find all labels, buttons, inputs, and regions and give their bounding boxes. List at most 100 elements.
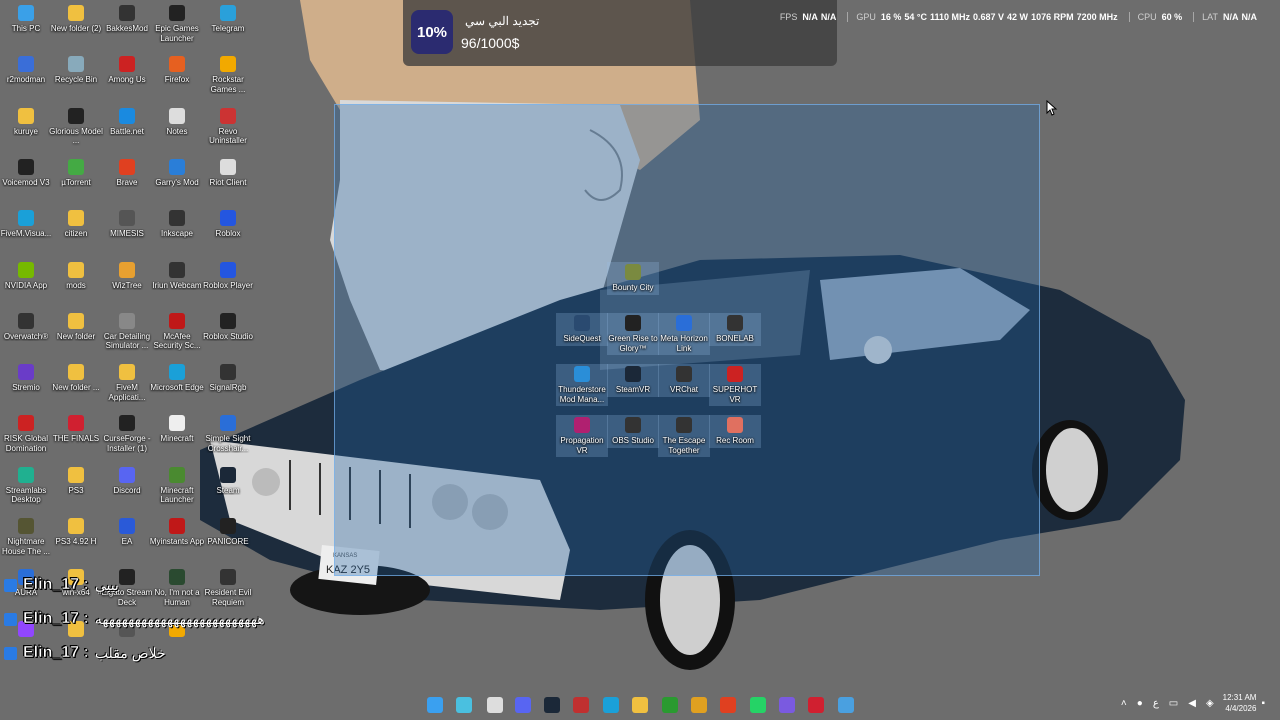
desktop-icon[interactable]: Minecraft Launcher: [151, 466, 203, 505]
selected-desktop-icon[interactable]: SteamVR: [607, 364, 659, 397]
selected-desktop-icon[interactable]: Thunderstore Mod Mana...: [556, 364, 608, 406]
desktop-icon[interactable]: FiveM Applicati...: [101, 364, 153, 402]
desktop-icon[interactable]: Inkscape: [151, 210, 203, 239]
desktop-icon[interactable]: Stremio: [0, 364, 52, 393]
desktop-icon[interactable]: Rockstar Games ...: [202, 56, 254, 94]
desktop-icon[interactable]: Steam: [202, 466, 254, 496]
desktop-icon[interactable]: Minecraft: [151, 415, 203, 444]
desktop-icon[interactable]: Voicemod V3: [0, 158, 52, 188]
desktop-icon[interactable]: Discord: [101, 466, 153, 496]
donation-goal-widget: 10% تجديد البي سي 96/1000$: [403, 0, 837, 66]
desktop-icon[interactable]: Garry's Mod: [151, 158, 203, 188]
desktop-icon[interactable]: Brave: [101, 158, 153, 188]
notification-bell-icon[interactable]: ▪: [1261, 698, 1265, 709]
desktop-icon[interactable]: Roblox: [202, 210, 254, 239]
edge-icon[interactable]: [603, 697, 619, 713]
desktop-icon[interactable]: Among Us: [101, 56, 153, 85]
selected-desktop-icon[interactable]: Propagation VR: [556, 415, 608, 457]
clock[interactable]: 12:31 AM 4/4/2026: [1223, 692, 1257, 714]
selected-desktop-icon[interactable]: SUPERHOT VR: [709, 364, 761, 406]
desktop-icon[interactable]: PS3 4.92 H: [50, 518, 102, 547]
app-icon[interactable]: [573, 697, 589, 713]
desktop-icon[interactable]: Iriun Webcam: [151, 261, 203, 291]
desktop-icon[interactable]: BakkesMod: [101, 5, 153, 34]
sidequest-icon: [574, 315, 590, 331]
ime-indicator[interactable]: ع: [1153, 698, 1159, 709]
selected-desktop-icon[interactable]: SideQuest: [556, 313, 608, 346]
selected-desktop-icon[interactable]: Rec Room: [709, 415, 761, 448]
file-explorer-icon[interactable]: [487, 697, 503, 713]
selected-desktop-icon[interactable]: Meta Horizon Link: [658, 313, 710, 355]
desktop-icon[interactable]: FiveM.Visua...: [0, 210, 52, 239]
windows-start-icon[interactable]: [427, 697, 443, 713]
desktop-icon[interactable]: Nightmare House The ...: [0, 518, 52, 556]
myinstants-icon: [169, 518, 185, 534]
desktop-icon[interactable]: PS3: [50, 466, 102, 496]
desktop-icon[interactable]: Recycle Bin: [50, 56, 102, 85]
whatsapp-icon[interactable]: [750, 697, 766, 713]
selected-desktop-icon[interactable]: Bounty City: [607, 262, 659, 295]
desktop-icon[interactable]: Notes: [151, 107, 203, 137]
app-icon[interactable]: [838, 697, 854, 713]
network-icon[interactable]: ◈: [1206, 698, 1214, 709]
desktop-icon[interactable]: Roblox Player: [202, 261, 254, 291]
desktop-icon[interactable]: kuruye: [0, 107, 52, 137]
desktop-icon[interactable]: This PC: [0, 5, 52, 34]
desktop-icon[interactable]: Epic Games Launcher: [151, 5, 203, 43]
desktop-icon[interactable]: mods: [50, 261, 102, 291]
steam-icon[interactable]: [544, 697, 560, 713]
desktop-icon[interactable]: THE FINALS: [50, 415, 102, 444]
desktop-icon[interactable]: Telegram: [202, 5, 254, 34]
desktop-icon[interactable]: EA: [101, 518, 153, 547]
folder-icon[interactable]: [632, 697, 648, 713]
desktop-icon[interactable]: Revo Uninstaller: [202, 107, 254, 146]
brave-icon: [119, 158, 135, 175]
desktop-icon[interactable]: Roblox Studio: [202, 312, 254, 342]
desktop-icon[interactable]: r2modman: [0, 56, 52, 85]
microphone-icon[interactable]: ●: [1137, 698, 1143, 709]
desktop-icon[interactable]: New folder (2): [50, 5, 102, 34]
osd-key: FPS: [779, 12, 798, 22]
desktop-icon[interactable]: Myinstants App: [150, 518, 204, 547]
chrome-icon[interactable]: [691, 697, 707, 713]
osd-value: N/A: [1241, 12, 1258, 22]
apps-grid-icon[interactable]: [779, 697, 795, 713]
desktop-icon[interactable]: New folder ...: [50, 364, 102, 393]
selected-desktop-icon[interactable]: The Escape Together: [658, 415, 710, 457]
xbox-icon[interactable]: [662, 697, 678, 713]
selected-icon-label: SideQuest: [563, 334, 601, 343]
desktop-icon[interactable]: WizTree: [101, 261, 153, 291]
display-icon[interactable]: ▭: [1169, 698, 1178, 709]
desktop-icon[interactable]: Microsoft Edge: [150, 364, 204, 393]
desktop-icon[interactable]: Car Detailing Simulator ...: [101, 312, 153, 351]
adobe-icon[interactable]: [808, 697, 824, 713]
selected-desktop-icon[interactable]: BONELAB: [709, 313, 761, 346]
desktop-icon[interactable]: NVIDIA App: [0, 261, 52, 291]
desktop-icon[interactable]: Streamlabs Desktop: [0, 466, 52, 505]
desktop-icon[interactable]: Battle.net: [101, 107, 153, 137]
desktop-icon[interactable]: New folder: [50, 312, 102, 342]
desktop-icon[interactable]: SignalRgb: [202, 364, 254, 393]
desktop-icon-label: New folder ...: [52, 383, 100, 393]
brave-icon[interactable]: [720, 697, 736, 713]
chevron-up-icon[interactable]: ˄: [1121, 698, 1127, 709]
desktop-icon[interactable]: RISK Global Domination: [0, 415, 52, 453]
desktop-icon[interactable]: PANICORE: [202, 518, 254, 547]
selected-desktop-icon[interactable]: Green Rise to Glory™: [607, 313, 659, 355]
desktop-icon[interactable]: Overwatch®: [0, 312, 52, 342]
desktop-icon[interactable]: Firefox: [151, 56, 203, 85]
desktop-icon[interactable]: MIMESIS: [101, 210, 153, 239]
search-icon[interactable]: [456, 697, 472, 713]
volume-icon[interactable]: ◀: [1188, 698, 1196, 709]
desktop-icon-label: Roblox Player: [203, 280, 253, 290]
desktop-icon[interactable]: Riot Client: [202, 158, 254, 188]
desktop-icon[interactable]: citizen: [50, 210, 102, 239]
desktop-icon[interactable]: Simple Sight Crosshair...: [202, 415, 254, 453]
desktop-icon[interactable]: µTorrent: [50, 158, 102, 188]
discord-icon[interactable]: [515, 697, 531, 713]
desktop-icon[interactable]: CurseForge - Installer (1): [101, 415, 153, 453]
selected-desktop-icon[interactable]: VRChat: [658, 364, 710, 397]
desktop-icon[interactable]: McAfee Security Sc...: [151, 312, 203, 351]
selected-desktop-icon[interactable]: OBS Studio: [607, 415, 659, 448]
desktop-icon[interactable]: Glorious Model ...: [49, 107, 103, 146]
